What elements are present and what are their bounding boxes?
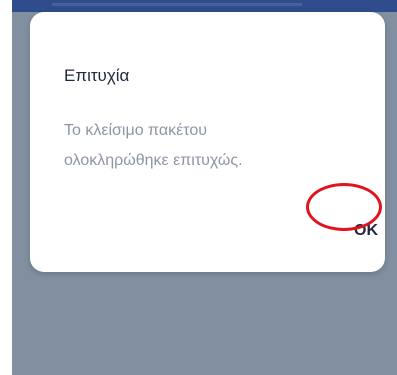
success-dialog: Επιτυχία Το κλείσιμο πακέτου ολοκληρώθηκ…: [30, 12, 385, 272]
screen-frame: Επιτυχία Το κλείσιμο πακέτου ολοκληρώθηκ…: [12, 0, 397, 375]
ok-button[interactable]: OK: [338, 214, 394, 248]
background-header-detail: [52, 3, 302, 6]
dialog-title: Επιτυχία: [64, 66, 130, 85]
dialog-message-line-2: ολοκληρώθηκε επιτυχώς.: [64, 152, 243, 169]
dialog-message-line-1: Το κλείσιμο πακέτου: [64, 122, 207, 139]
background-header-strip: [12, 0, 397, 12]
dialog-message: Το κλείσιμο πακέτου ολοκληρώθηκε επιτυχώ…: [64, 116, 344, 176]
